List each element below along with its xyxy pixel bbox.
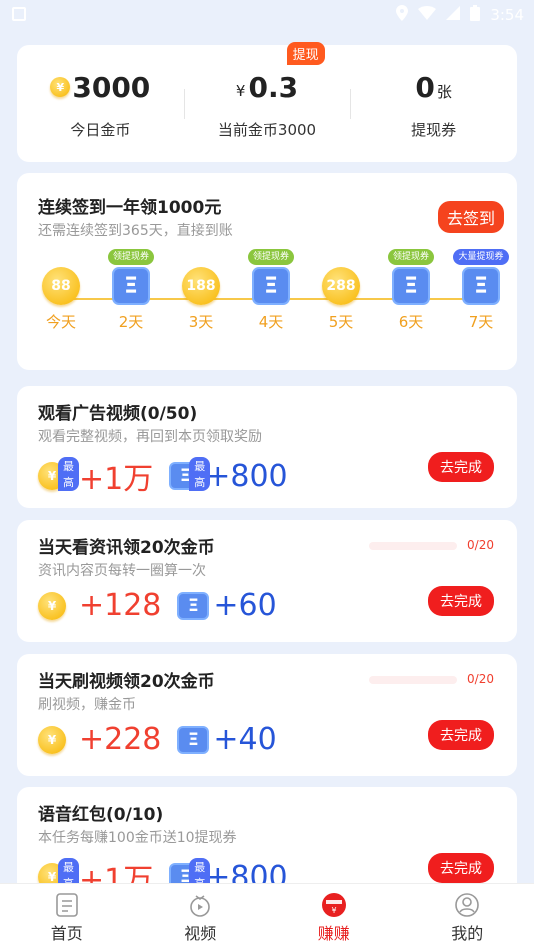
complete-button[interactable]: 去完成	[428, 586, 494, 616]
balance-value: ¥ 0.3	[235, 70, 299, 104]
earn-icon: ¥	[321, 893, 346, 917]
checkin-day-4[interactable]: 领提现券 Ξ 4天	[243, 249, 299, 332]
ticket-icon: Ξ	[392, 267, 430, 305]
coin-icon: 188	[182, 267, 220, 305]
notification-icon	[12, 7, 26, 21]
coin-icon: ¥	[38, 591, 66, 620]
current-balance[interactable]: 提现 ¥ 0.3 当前金币3000	[183, 42, 351, 162]
video-icon	[190, 895, 211, 917]
day-tag: 领提现券	[247, 249, 294, 265]
task-title: 当天看资讯领20次金币	[38, 538, 215, 558]
checkin-button[interactable]: 去签到	[437, 201, 504, 233]
task-subtitle: 本任务每赚100金币送10提现券	[38, 830, 237, 846]
checkin-day-3[interactable]: 188 3天	[173, 249, 229, 332]
task-card-video: 当天刷视频领20次金币 0/20 刷视频，赚金币 ¥ +228 Ξ +40 去完…	[17, 654, 517, 776]
coin-icon: 288	[322, 267, 360, 305]
status-bar: 3:54	[0, 0, 534, 30]
checkin-title: 连续签到一年领1000元	[38, 198, 222, 218]
task-subtitle: 资讯内容页每转一圈算一次	[38, 563, 206, 579]
checkin-day-2[interactable]: 领提现券 Ξ 2天	[103, 249, 159, 332]
ticket-icon: Ξ	[462, 267, 500, 305]
coin-reward: +228	[79, 722, 162, 757]
progress-text: 0/20	[467, 672, 494, 686]
nav-profile[interactable]: 我的	[401, 884, 534, 950]
checkin-day-1[interactable]: 88 今天	[33, 249, 89, 332]
clock: 3:54	[490, 6, 524, 24]
day-label: 今天	[45, 313, 76, 331]
coins-value: ¥ 3000	[50, 67, 150, 107]
complete-button[interactable]: 去完成	[428, 853, 494, 883]
day-label: 5天	[328, 313, 354, 331]
task-card-news: 当天看资讯领20次金币 0/20 资讯内容页每转一圈算一次 ¥ +128 Ξ +…	[17, 520, 517, 642]
nav-label: 赚赚	[317, 924, 350, 943]
day-label: 7天	[468, 313, 494, 331]
day-label: 2天	[118, 313, 144, 331]
balance-label: 当前金币3000	[217, 121, 317, 139]
ticket-reward: +800	[205, 458, 288, 494]
coins-label: 今日金币	[70, 121, 131, 139]
complete-button[interactable]: 去完成	[428, 720, 494, 750]
ticket-icon: Ξ	[177, 725, 210, 754]
checkin-card: 连续签到一年领1000元 还需连续签到365天，直接到账 去签到 88 今天 领…	[17, 173, 517, 370]
coins-today[interactable]: ¥ 3000 今日金币	[17, 45, 184, 162]
max-badge: 最高	[58, 457, 79, 491]
task-subtitle: 观看完整视频，再回到本页领取奖励	[38, 429, 262, 445]
checkin-day-7[interactable]: 大量提现券 Ξ 7天	[453, 249, 509, 332]
ticket-icon: Ξ	[112, 267, 150, 305]
ticket-icon: Ξ	[252, 267, 290, 305]
coin-icon: ¥	[38, 725, 66, 754]
progress-bar	[369, 676, 457, 684]
nav-home[interactable]: 首页	[0, 884, 134, 950]
progress-bar	[369, 542, 457, 550]
day-label: 4天	[258, 313, 284, 331]
checkin-day-6[interactable]: 领提现券 Ξ 6天	[383, 249, 439, 332]
profile-icon	[455, 893, 480, 917]
nav-label: 首页	[50, 924, 83, 943]
withdraw-badge[interactable]: 提现	[286, 42, 325, 65]
withdraw-tickets[interactable]: 0 张 提现券	[350, 45, 517, 162]
ticket-icon: Ξ	[177, 591, 210, 620]
ticket-reward: +60	[213, 588, 277, 623]
progress-text: 0/20	[467, 538, 494, 552]
coin-reward: +128	[79, 588, 162, 623]
location-icon	[396, 5, 409, 25]
ticket-reward: +40	[213, 722, 277, 757]
task-rewards: ¥ 最高 +1万 Ξ 最高 +800	[38, 454, 288, 498]
wifi-icon	[418, 6, 437, 24]
task-title: 观看广告视频(0/50)	[38, 404, 198, 424]
nav-video[interactable]: 视频	[134, 884, 268, 950]
home-icon	[55, 893, 78, 917]
signal-icon	[446, 6, 461, 24]
task-subtitle: 刷视频，赚金币	[38, 697, 136, 713]
day-tag: 领提现券	[107, 249, 154, 265]
nav-label: 我的	[451, 924, 484, 943]
svg-text:¥: ¥	[331, 906, 336, 915]
day-label: 3天	[188, 313, 214, 331]
tickets-value: 0 张	[415, 70, 452, 104]
nav-earn[interactable]: ¥ 赚赚	[267, 884, 401, 950]
task-title: 当天刷视频领20次金币	[38, 672, 215, 692]
bottom-nav: 首页 视频 ¥ 赚赚 我的	[0, 883, 534, 950]
max-badge: 最高	[189, 457, 211, 491]
checkin-day-5[interactable]: 288 5天	[313, 249, 369, 332]
task-rewards: ¥ +228 Ξ +40	[38, 722, 277, 757]
day-label: 6天	[398, 313, 424, 331]
nav-label: 视频	[184, 924, 217, 943]
checkin-track: 88 今天 领提现券 Ξ 2天 188 3天 领提现券 Ξ 4天 288 5天 …	[41, 249, 509, 349]
coin-icon: 88	[42, 267, 80, 305]
stats-card: ¥ 3000 今日金币 提现 ¥ 0.3 当前金币3000 0 张 提现券	[17, 42, 517, 162]
day-tag: 领提现券	[387, 249, 434, 265]
checkin-subtitle: 还需连续签到365天，直接到账	[38, 223, 233, 239]
battery-icon	[470, 5, 481, 25]
task-rewards: ¥ +128 Ξ +60	[38, 588, 277, 623]
task-title: 语音红包(0/10)	[38, 805, 164, 825]
coin-reward: +1万	[79, 462, 154, 497]
complete-button[interactable]: 去完成	[428, 452, 494, 482]
coin-icon: ¥	[50, 77, 71, 97]
day-tag: 大量提现券	[453, 249, 509, 265]
tickets-label: 提现券	[411, 121, 457, 139]
task-card-ad-video: 观看广告视频(0/50) 观看完整视频，再回到本页领取奖励 ¥ 最高 +1万 Ξ…	[17, 386, 517, 508]
